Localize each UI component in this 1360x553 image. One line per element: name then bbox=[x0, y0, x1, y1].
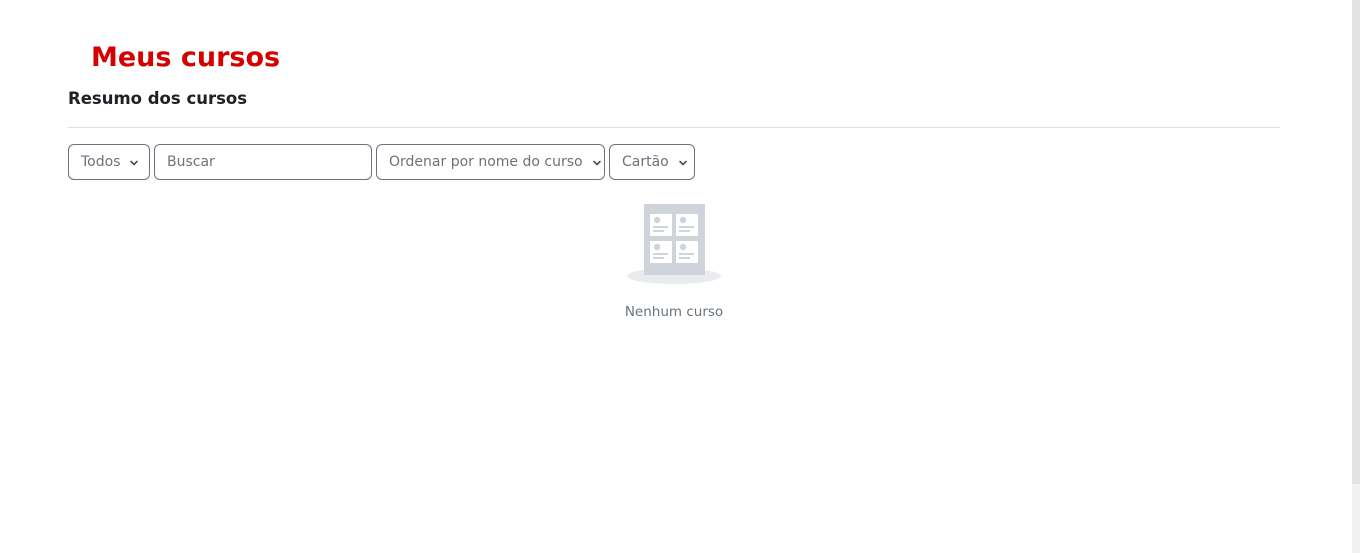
empty-state-message: Nenhum curso bbox=[624, 304, 724, 320]
scrollbar-thumb[interactable] bbox=[1352, 0, 1360, 484]
divider bbox=[68, 127, 1280, 128]
sort-dropdown-label: Ordenar por nome do curso bbox=[389, 154, 583, 170]
search-field[interactable] bbox=[154, 144, 372, 180]
chevron-down-icon bbox=[592, 156, 602, 166]
chevron-down-icon bbox=[678, 156, 688, 166]
scrollbar[interactable] bbox=[1352, 0, 1360, 553]
chevron-down-icon bbox=[129, 156, 139, 166]
page-title: Meus cursos bbox=[91, 42, 281, 73]
section-title: Resumo dos cursos bbox=[68, 89, 248, 108]
page: Meus cursos Resumo dos cursos Todos Orde… bbox=[0, 0, 1360, 553]
empty-courses-icon bbox=[626, 202, 722, 286]
filter-dropdown[interactable]: Todos bbox=[68, 144, 150, 180]
view-dropdown-label: Cartão bbox=[622, 154, 669, 170]
search-input[interactable] bbox=[167, 154, 359, 170]
filter-dropdown-label: Todos bbox=[81, 154, 121, 170]
sort-dropdown[interactable]: Ordenar por nome do curso bbox=[376, 144, 605, 180]
view-dropdown[interactable]: Cartão bbox=[609, 144, 695, 180]
